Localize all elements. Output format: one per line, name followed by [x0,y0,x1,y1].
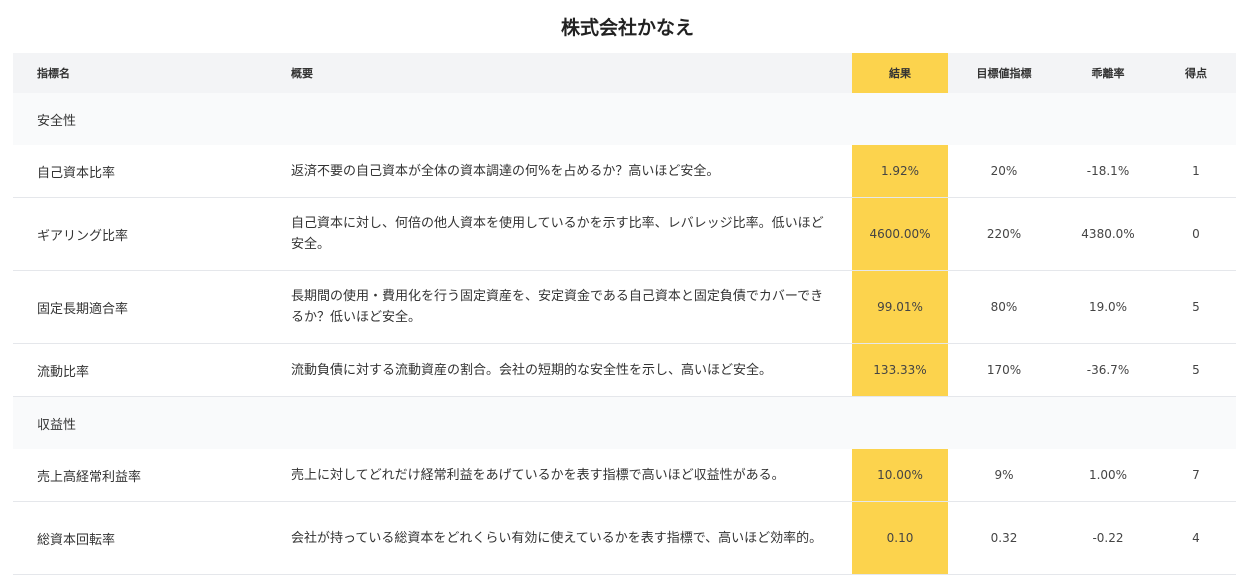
table-row: 総資本回転率 会社が持っている総資本をどれくらい有効に使えているかを表す指標で、… [13,501,1236,575]
indicator-score: 1 [1156,145,1236,198]
indicator-deviation: 1.00% [1060,449,1156,502]
table-row: 売上高経常利益率 売上に対してどれだけ経常利益をあげているかを表す指標で高いほど… [13,449,1236,502]
indicator-table: 指標名 概要 結果 目標値指標 乖離率 得点 安全性 自己資本比率 返済不要の自… [13,53,1236,575]
header-name: 指標名 [13,53,283,93]
section-row-profitability: 収益性 [13,396,1236,449]
indicator-name: 自己資本比率 [13,145,283,198]
table-row: ギアリング比率 自己資本に対し、何倍の他人資本を使用しているかを示す比率、レバレ… [13,197,1236,271]
section-label: 収益性 [13,396,1236,449]
indicator-description: 返済不要の自己資本が全体の資本調達の何%を占めるか？高いほど安全。 [283,145,852,198]
table-row: 自己資本比率 返済不要の自己資本が全体の資本調達の何%を占めるか？高いほど安全。… [13,145,1236,198]
header-result: 結果 [852,53,948,93]
indicator-name: 固定長期適合率 [13,270,283,344]
indicator-name: ギアリング比率 [13,197,283,271]
page-title: 株式会社かなえ [560,17,694,39]
indicator-description: 流動負債に対する流動資産の割合。会社の短期的な安全性を示し、高いほど安全。 [283,343,852,397]
indicator-name: 流動比率 [13,343,283,397]
indicator-deviation: -0.22 [1060,501,1156,575]
table-row: 固定長期適合率 長期間の使用・費用化を行う固定資産を、安定資金である自己資本と固… [13,270,1236,344]
table-row: 流動比率 流動負債に対する流動資産の割合。会社の短期的な安全性を示し、高いほど安… [13,343,1236,397]
indicator-score: 5 [1156,270,1236,344]
indicator-target: 80% [948,270,1060,344]
indicator-score: 7 [1156,449,1236,502]
indicator-result: 0.10 [852,501,948,575]
indicator-deviation: -18.1% [1060,145,1156,198]
table-header-row: 指標名 概要 結果 目標値指標 乖離率 得点 [13,53,1236,93]
header-deviation: 乖離率 [1060,53,1156,93]
indicator-result: 99.01% [852,270,948,344]
indicator-deviation: -36.7% [1060,343,1156,397]
indicator-description: 長期間の使用・費用化を行う固定資産を、安定資金である自己資本と固定負債でカバーで… [283,270,852,344]
indicator-target: 0.32 [948,501,1060,575]
header-target: 目標値指標 [948,53,1060,93]
indicator-result: 1.92% [852,145,948,198]
indicator-description: 会社が持っている総資本をどれくらい有効に使えているかを表す指標で、高いほど効率的… [283,501,852,575]
indicator-score: 0 [1156,197,1236,271]
indicator-target: 220% [948,197,1060,271]
indicator-description: 売上に対してどれだけ経常利益をあげているかを表す指標で高いほど収益性がある。 [283,449,852,502]
indicator-name: 総資本回転率 [13,501,283,575]
header-score: 得点 [1156,53,1236,93]
indicator-result: 4600.00% [852,197,948,271]
section-label: 安全性 [13,93,1236,145]
header-description: 概要 [283,53,852,93]
indicator-target: 9% [948,449,1060,502]
indicator-result: 10.00% [852,449,948,502]
indicator-name: 売上高経常利益率 [13,449,283,502]
indicator-score: 4 [1156,501,1236,575]
indicator-result: 133.33% [852,343,948,397]
indicator-target: 170% [948,343,1060,397]
indicator-target: 20% [948,145,1060,198]
indicator-deviation: 19.0% [1060,270,1156,344]
indicator-deviation: 4380.0% [1060,197,1156,271]
section-row-safety: 安全性 [13,93,1236,145]
indicator-description: 自己資本に対し、何倍の他人資本を使用しているかを示す比率、レバレッジ比率。低いほ… [283,197,852,271]
indicator-score: 5 [1156,343,1236,397]
